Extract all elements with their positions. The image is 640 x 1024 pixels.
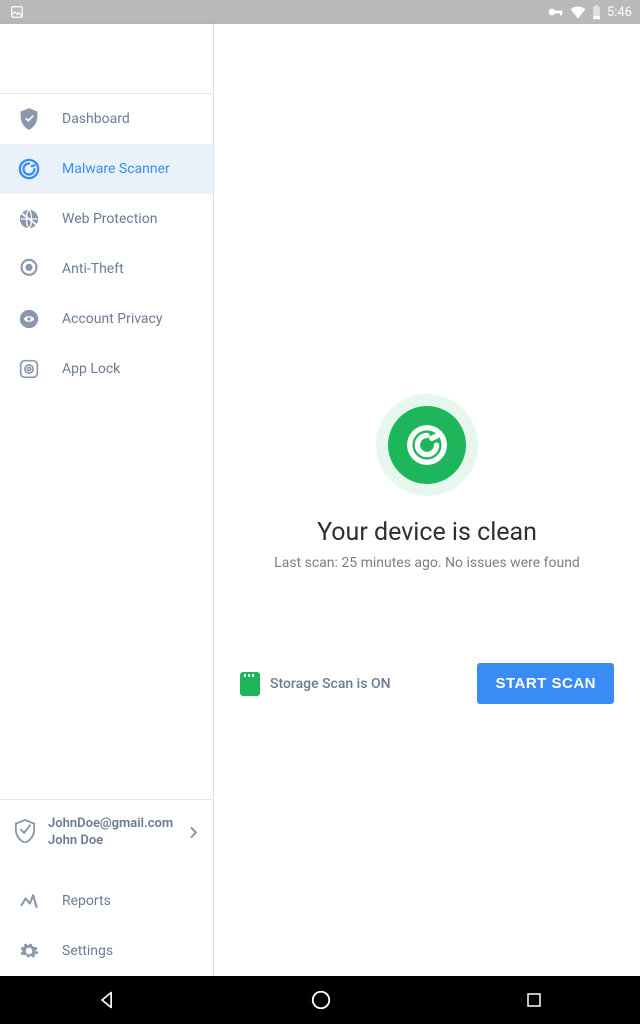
sidebar-item-label: App Lock bbox=[62, 361, 120, 377]
wifi-icon bbox=[570, 5, 586, 19]
sidebar-item-app-lock[interactable]: App Lock bbox=[0, 344, 213, 394]
sidebar-account[interactable]: JohnDoe@gmail.com John Doe bbox=[0, 799, 213, 866]
account-text: JohnDoe@gmail.com John Doe bbox=[48, 816, 173, 850]
globe-shield-icon bbox=[18, 208, 40, 230]
nav-home-button[interactable] bbox=[310, 989, 332, 1011]
battery-icon bbox=[592, 5, 601, 20]
android-status-bar: 5:46 bbox=[0, 0, 640, 24]
nav-back-button[interactable] bbox=[97, 990, 117, 1010]
status-time: 5:46 bbox=[607, 5, 632, 20]
sidebar: Dashboard Malware Scanner Web Protection… bbox=[0, 24, 214, 976]
sidebar-item-account-privacy[interactable]: Account Privacy bbox=[0, 294, 213, 344]
chevron-right-icon bbox=[189, 824, 197, 843]
scan-status-badge bbox=[376, 394, 478, 496]
sidebar-item-malware-scanner[interactable]: Malware Scanner bbox=[0, 144, 213, 194]
scan-status-subtitle: Last scan: 25 minutes ago. No issues wer… bbox=[274, 555, 580, 571]
gear-icon bbox=[18, 940, 40, 962]
sidebar-item-anti-theft[interactable]: Anti-Theft bbox=[0, 244, 213, 294]
eye-circle-icon bbox=[18, 308, 40, 330]
sidebar-item-label: Account Privacy bbox=[62, 311, 163, 327]
sidebar-header-spacer bbox=[0, 24, 213, 94]
sidebar-item-settings[interactable]: Settings bbox=[0, 926, 213, 976]
location-icon bbox=[18, 258, 40, 280]
account-name: John Doe bbox=[48, 833, 173, 850]
scanner-logo-icon bbox=[388, 406, 466, 484]
android-nav-bar bbox=[0, 976, 640, 1024]
scanner-icon bbox=[18, 158, 40, 180]
sidebar-item-label: Web Protection bbox=[62, 211, 157, 227]
nav-recent-button[interactable] bbox=[525, 991, 543, 1009]
main-panel: Your device is clean Last scan: 25 minut… bbox=[214, 24, 640, 976]
key-icon bbox=[548, 6, 564, 18]
sidebar-item-label: Dashboard bbox=[62, 111, 130, 127]
shield-check-icon bbox=[18, 108, 40, 130]
picture-icon bbox=[10, 5, 24, 19]
reports-icon bbox=[18, 890, 40, 912]
sidebar-item-label: Anti-Theft bbox=[62, 261, 124, 277]
fingerprint-icon bbox=[18, 358, 40, 380]
sidebar-item-label: Settings bbox=[62, 943, 113, 959]
sidebar-item-reports[interactable]: Reports bbox=[0, 876, 213, 926]
sd-card-icon bbox=[240, 672, 260, 696]
sidebar-item-label: Reports bbox=[62, 893, 111, 909]
start-scan-button[interactable]: START SCAN bbox=[477, 663, 614, 704]
scan-status-title: Your device is clean bbox=[317, 518, 537, 547]
account-email: JohnDoe@gmail.com bbox=[48, 816, 173, 833]
account-shield-icon bbox=[14, 819, 36, 847]
sidebar-item-web-protection[interactable]: Web Protection bbox=[0, 194, 213, 244]
storage-scan-label: Storage Scan is ON bbox=[270, 676, 391, 692]
sidebar-item-dashboard[interactable]: Dashboard bbox=[0, 94, 213, 144]
storage-scan-toggle[interactable]: Storage Scan is ON bbox=[240, 672, 391, 696]
sidebar-item-label: Malware Scanner bbox=[62, 161, 170, 177]
